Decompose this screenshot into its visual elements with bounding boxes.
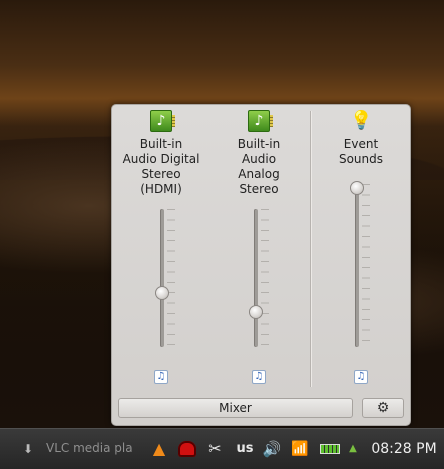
- volume-slider-hdmi[interactable]: [152, 209, 175, 347]
- task-label: VLC media pla: [46, 441, 133, 455]
- channel-hdmi: ♪ Built-in Audio Digital Stereo (HDMI) ♫: [112, 105, 210, 391]
- mixer-button[interactable]: Mixer: [118, 398, 353, 418]
- audio-note-icon[interactable]: ♫: [252, 370, 266, 384]
- volume-slider-event-sounds[interactable]: [347, 181, 370, 347]
- ladybug-icon[interactable]: [176, 437, 198, 461]
- channel-label: Event Sounds: [338, 137, 384, 166]
- volume-mixer-popup: ♪ Built-in Audio Digital Stereo (HDMI) ♫…: [111, 104, 411, 426]
- channel-analog: ♪ Built-in Audio Analog Stereo ♫: [210, 105, 308, 391]
- audio-card-icon: ♪: [248, 110, 273, 132]
- slider-handle[interactable]: [350, 181, 364, 195]
- slider-handle[interactable]: [249, 305, 263, 319]
- scissors-icon[interactable]: ✂: [204, 437, 226, 461]
- wifi-icon[interactable]: 📶: [289, 437, 311, 461]
- audio-note-icon[interactable]: ♫: [354, 370, 368, 384]
- channel-label: Built-in Audio Analog Stereo: [237, 137, 281, 196]
- channel-divider: [310, 111, 311, 387]
- gear-icon[interactable]: ⚙: [362, 398, 404, 418]
- slider-handle[interactable]: [155, 286, 169, 300]
- channel-event-sounds: 💡 Event Sounds ♫: [312, 105, 410, 391]
- volume-icon[interactable]: 🔊: [261, 437, 283, 461]
- lightbulb-icon: 💡: [350, 110, 373, 131]
- channel-label: Built-in Audio Digital Stereo (HDMI): [122, 137, 200, 196]
- keyboard-layout-indicator[interactable]: us: [234, 437, 256, 461]
- audio-card-icon: ♪: [150, 110, 175, 132]
- tray-expand-icon[interactable]: ▲: [346, 437, 360, 461]
- battery-icon[interactable]: [317, 437, 343, 461]
- clock[interactable]: 08:28 PM: [364, 437, 444, 461]
- vlc-icon[interactable]: ▲: [149, 437, 169, 461]
- volume-slider-analog[interactable]: [246, 209, 269, 347]
- taskbar-task-vlc[interactable]: ⬇ VLC media pla: [20, 437, 135, 461]
- taskbar: ⬇ VLC media pla ▲ ✂ us 🔊 📶 ▲ 08:28 PM: [0, 428, 444, 469]
- download-arrow-icon: ⬇: [23, 442, 34, 456]
- audio-note-icon[interactable]: ♫: [154, 370, 168, 384]
